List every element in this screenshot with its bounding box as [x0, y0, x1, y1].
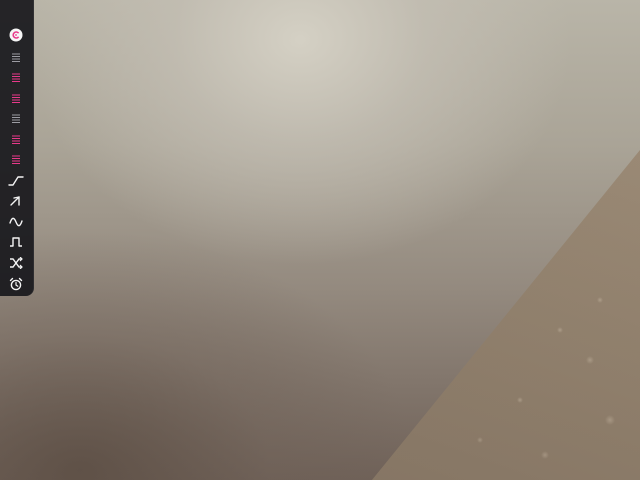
channel-button-4[interactable] [4, 109, 28, 129]
channel-strip-icon [12, 94, 20, 103]
channel-button-1[interactable] [4, 48, 28, 68]
channel-strip-icon [12, 114, 20, 123]
channel-button-2[interactable] [4, 68, 28, 88]
channel-strip-icon [12, 73, 20, 82]
avatar-icon [9, 28, 23, 42]
shuffle-button[interactable] [4, 253, 28, 273]
sawtooth-wave-icon [10, 196, 20, 206]
sawtooth-wave-button[interactable] [4, 191, 28, 211]
channel-strip-icon [12, 53, 20, 62]
alarm-button[interactable] [4, 274, 28, 294]
sine-wave-icon [9, 217, 23, 227]
channel-strip-icon [12, 155, 20, 164]
channel-button-3[interactable] [4, 89, 28, 109]
channel-strip-icon [12, 135, 20, 144]
channel-button-5[interactable] [4, 130, 28, 150]
ramp-wave-icon [8, 176, 24, 186]
camera-preview [0, 0, 640, 480]
sine-wave-button[interactable] [4, 212, 28, 232]
shuffle-icon [10, 257, 23, 269]
ramp-wave-button[interactable] [4, 171, 28, 191]
vertical-toolbar [0, 0, 34, 296]
square-wave-button[interactable] [4, 232, 28, 252]
channel-button-6[interactable] [4, 150, 28, 170]
profile-button[interactable] [4, 25, 28, 45]
square-wave-icon [10, 237, 22, 247]
alarm-clock-icon [9, 277, 23, 291]
